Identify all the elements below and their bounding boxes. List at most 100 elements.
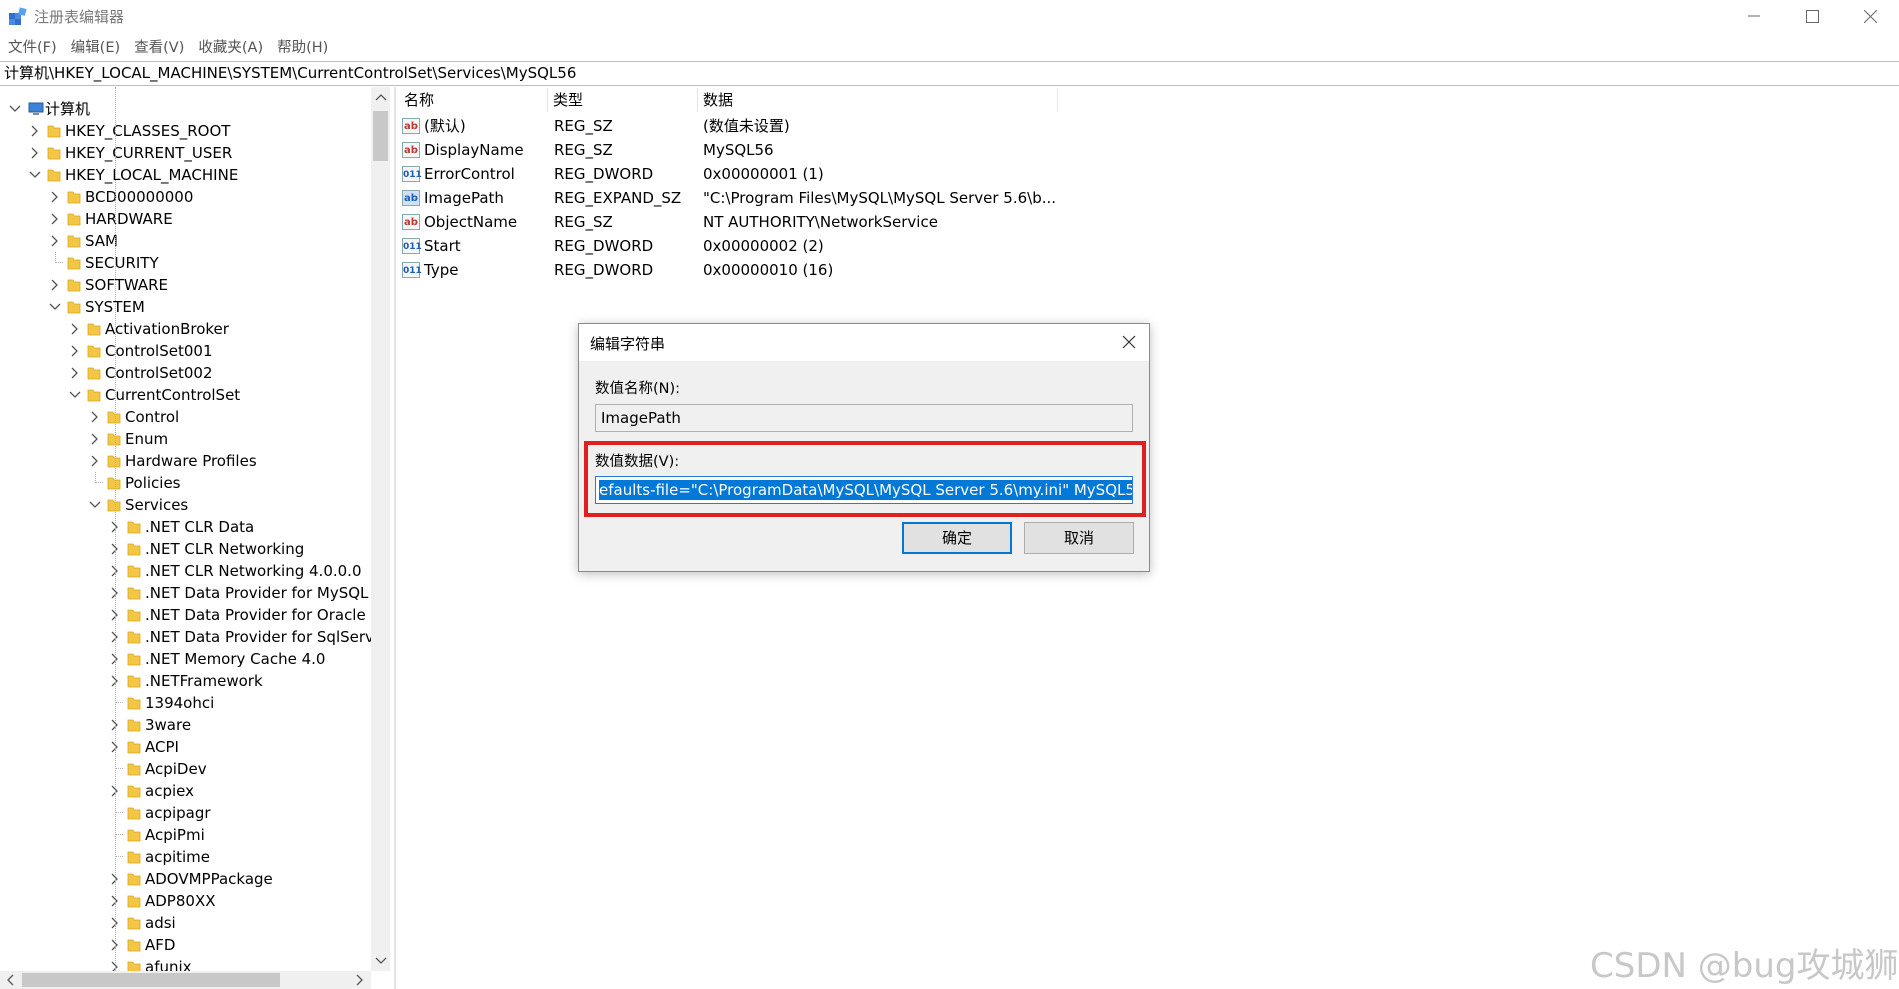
- tree-item[interactable]: ADP80XX: [0, 890, 371, 912]
- chevron-right-icon[interactable]: [69, 367, 81, 379]
- tree-item-label: acpipagr: [145, 804, 211, 822]
- tree-item[interactable]: CurrentControlSet: [0, 384, 371, 406]
- chevron-right-icon[interactable]: [69, 345, 81, 357]
- tree-item[interactable]: .NET CLR Data: [0, 516, 371, 538]
- value-data-input[interactable]: efaults-file="C:\ProgramData\MySQL\MySQL…: [595, 476, 1133, 504]
- scroll-up-arrow-icon[interactable]: [371, 87, 390, 107]
- menu-view[interactable]: 查看(V): [134, 36, 184, 58]
- tree-item[interactable]: .NET Data Provider for Oracle: [0, 604, 371, 626]
- tree-item[interactable]: ActivationBroker: [0, 318, 371, 340]
- cancel-button[interactable]: 取消: [1024, 522, 1134, 554]
- list-item[interactable]: ab (默认) REG_SZ (数值未设置): [400, 114, 1080, 138]
- scroll-right-arrow-icon[interactable]: [350, 971, 370, 989]
- list-item[interactable]: ab ImagePath REG_EXPAND_SZ "C:\Program File…: [400, 186, 1080, 210]
- tree-item[interactable]: 计算机: [0, 98, 371, 120]
- tree-item[interactable]: ControlSet002: [0, 362, 371, 384]
- tree-item[interactable]: ACPI: [0, 736, 371, 758]
- tree-item[interactable]: afunix: [0, 956, 371, 971]
- list-item[interactable]: 011 ErrorControl REG_DWORD 0x00000001 (1): [400, 162, 1080, 186]
- minimize-button[interactable]: [1725, 0, 1783, 32]
- tree-vertical-scroll-thumb[interactable]: [373, 111, 388, 161]
- column-header-name[interactable]: 名称: [400, 88, 548, 112]
- chevron-down-icon[interactable]: [49, 301, 61, 313]
- tree-item[interactable]: acpipagr: [0, 802, 371, 824]
- chevron-right-icon[interactable]: [49, 235, 61, 247]
- tree-item[interactable]: adsi: [0, 912, 371, 934]
- chevron-down-icon[interactable]: [69, 389, 81, 401]
- tree-item[interactable]: acpiex: [0, 780, 371, 802]
- address-bar[interactable]: 计算机\HKEY_LOCAL_MACHINE\SYSTEM\CurrentCon…: [0, 61, 1899, 86]
- tree-item[interactable]: HARDWARE: [0, 208, 371, 230]
- close-window-button[interactable]: [1841, 0, 1899, 32]
- chevron-right-icon[interactable]: [89, 411, 101, 423]
- folder-icon: [107, 455, 121, 468]
- folder-icon: [127, 961, 141, 971]
- scroll-down-arrow-icon[interactable]: [371, 951, 390, 971]
- tree-item[interactable]: Services: [0, 494, 371, 516]
- tree-item[interactable]: .NETFramework: [0, 670, 371, 692]
- tree-item-label: adsi: [145, 914, 176, 932]
- menu-edit[interactable]: 编辑(E): [71, 36, 120, 58]
- menu-help[interactable]: 帮助(H): [277, 36, 328, 58]
- list-item[interactable]: 011 Start REG_DWORD 0x00000002 (2): [400, 234, 1080, 258]
- list-item[interactable]: 011 Type REG_DWORD 0x00000010 (16): [400, 258, 1080, 282]
- column-header-data[interactable]: 数据: [700, 88, 1058, 112]
- folder-icon: [127, 873, 141, 886]
- tree-horizontal-scroll-thumb[interactable]: [22, 973, 280, 987]
- chevron-down-icon[interactable]: [89, 499, 101, 511]
- maximize-button[interactable]: [1783, 0, 1841, 32]
- menu-favorites[interactable]: 收藏夹(A): [198, 36, 263, 58]
- tree-item[interactable]: SAM: [0, 230, 371, 252]
- tree-item[interactable]: HKEY_CURRENT_USER: [0, 142, 371, 164]
- tree-item-label: .NET Memory Cache 4.0: [145, 650, 326, 668]
- tree-item[interactable]: AcpiDev: [0, 758, 371, 780]
- folder-icon: [127, 675, 141, 688]
- value-name-cell: DisplayName: [424, 141, 524, 159]
- tree-item[interactable]: 1394ohci: [0, 692, 371, 714]
- chevron-right-icon[interactable]: [89, 455, 101, 467]
- chevron-down-icon[interactable]: [29, 169, 41, 181]
- tree-item[interactable]: ControlSet001: [0, 340, 371, 362]
- tree-item[interactable]: ADOVMPPackage: [0, 868, 371, 890]
- tree-item[interactable]: SYSTEM: [0, 296, 371, 318]
- tree-item[interactable]: .NET Data Provider for SqlServ: [0, 626, 371, 648]
- chevron-right-icon[interactable]: [49, 191, 61, 203]
- chevron-right-icon[interactable]: [49, 213, 61, 225]
- chevron-right-icon[interactable]: [29, 147, 41, 159]
- tree-item[interactable]: 3ware: [0, 714, 371, 736]
- tree-item[interactable]: Control: [0, 406, 371, 428]
- tree-vertical-scrollbar[interactable]: [371, 87, 390, 971]
- menu-file[interactable]: 文件(F): [8, 36, 57, 58]
- tree-item[interactable]: .NET CLR Networking 4.0.0.0: [0, 560, 371, 582]
- chevron-down-icon[interactable]: [9, 103, 21, 115]
- ok-button[interactable]: 确定: [902, 522, 1012, 554]
- tree-item[interactable]: Enum: [0, 428, 371, 450]
- tree-horizontal-scrollbar[interactable]: [0, 971, 371, 989]
- close-icon[interactable]: [1121, 334, 1137, 350]
- chevron-right-icon[interactable]: [69, 323, 81, 335]
- registry-key-tree[interactable]: 计算机 HKEY_CLASSES_ROOT HKEY_CURRENT_USER HKE…: [0, 87, 371, 971]
- tree-item[interactable]: acpitime: [0, 846, 371, 868]
- tree-item[interactable]: Policies: [0, 472, 371, 494]
- column-header-type[interactable]: 类型: [550, 88, 698, 112]
- tree-item[interactable]: HKEY_CLASSES_ROOT: [0, 120, 371, 142]
- scroll-left-arrow-icon[interactable]: [0, 971, 20, 989]
- edit-string-dialog: 编辑字符串 数值名称(N): ImagePath 数值数据(V): efault…: [578, 323, 1150, 572]
- chevron-right-icon[interactable]: [29, 125, 41, 137]
- tree-item[interactable]: BCD00000000: [0, 186, 371, 208]
- list-item[interactable]: ab DisplayName REG_SZ MySQL56: [400, 138, 1080, 162]
- chevron-right-icon[interactable]: [89, 433, 101, 445]
- pane-splitter[interactable]: [394, 87, 396, 989]
- tree-item[interactable]: AcpiPmi: [0, 824, 371, 846]
- chevron-right-icon[interactable]: [49, 279, 61, 291]
- tree-item[interactable]: HKEY_LOCAL_MACHINE: [0, 164, 371, 186]
- tree-item[interactable]: .NET Data Provider for MySQL: [0, 582, 371, 604]
- tree-item[interactable]: Hardware Profiles: [0, 450, 371, 472]
- list-item[interactable]: ab ObjectName REG_SZ NT AUTHORITY\NetworkSe…: [400, 210, 1080, 234]
- tree-item[interactable]: .NET CLR Networking: [0, 538, 371, 560]
- tree-item[interactable]: SOFTWARE: [0, 274, 371, 296]
- tree-item[interactable]: SECURITY: [0, 252, 371, 274]
- tree-item[interactable]: .NET Memory Cache 4.0: [0, 648, 371, 670]
- tree-item[interactable]: AFD: [0, 934, 371, 956]
- value-data-cell: (数值未设置): [703, 117, 790, 135]
